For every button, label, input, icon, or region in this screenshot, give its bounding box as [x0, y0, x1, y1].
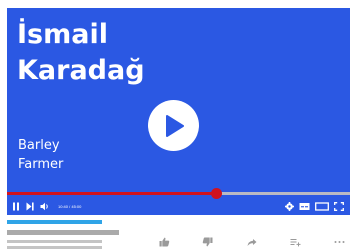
subtitle-line-1: Barley: [18, 138, 60, 153]
progress-scrubber[interactable]: [210, 188, 222, 199]
add-to-playlist-icon: [290, 238, 301, 246]
title-line-1: İsmail: [17, 19, 108, 50]
video-info-area: [7, 218, 350, 252]
meta-placeholder-bar-2: [7, 246, 102, 249]
share-icon: [247, 238, 256, 246]
share-button[interactable]: [245, 235, 259, 249]
volume-button[interactable]: [40, 199, 50, 213]
video-title: İsmail Karadağ: [17, 17, 145, 89]
next-button[interactable]: [26, 199, 34, 213]
pause-icon: [13, 202, 19, 210]
title-line-2: Karadağ: [17, 55, 145, 86]
title-placeholder-bar: [7, 220, 102, 224]
pause-button[interactable]: [12, 199, 20, 213]
settings-icon: [285, 201, 294, 211]
time-display: 10:40 / 45:00: [58, 203, 82, 209]
like-button[interactable]: [157, 235, 171, 249]
fullscreen-icon: [334, 201, 344, 211]
right-controls: [285, 199, 350, 213]
progress-bar[interactable]: [7, 188, 350, 199]
theater-icon: [315, 201, 329, 211]
video-subtitle: Barley Farmer: [18, 136, 63, 174]
save-button[interactable]: [288, 235, 302, 249]
thumbs-down-icon: [202, 237, 213, 247]
subtitles-button[interactable]: [299, 199, 310, 213]
settings-button[interactable]: [285, 199, 294, 213]
fullscreen-button[interactable]: [334, 199, 344, 213]
control-bar: 10:40 / 45:00: [7, 199, 350, 213]
next-icon: [26, 202, 34, 210]
play-button[interactable]: [148, 100, 199, 151]
theater-mode-button[interactable]: [315, 199, 329, 213]
action-bar: [157, 235, 350, 249]
more-button[interactable]: [332, 235, 346, 249]
volume-icon: [40, 202, 48, 210]
subtitles-icon: [299, 202, 310, 210]
progress-played: [7, 192, 216, 195]
subtitle-line-2: Farmer: [18, 157, 64, 172]
play-icon: [165, 114, 184, 137]
meta-placeholder-bar: [7, 240, 102, 243]
dislike-button[interactable]: [201, 235, 215, 249]
channel-placeholder-bar: [7, 230, 119, 235]
more-icon: [334, 241, 344, 243]
thumbs-up-icon: [159, 237, 169, 247]
video-player[interactable]: İsmail Karadağ Barley Farmer 10:40 / 45:…: [7, 8, 350, 215]
